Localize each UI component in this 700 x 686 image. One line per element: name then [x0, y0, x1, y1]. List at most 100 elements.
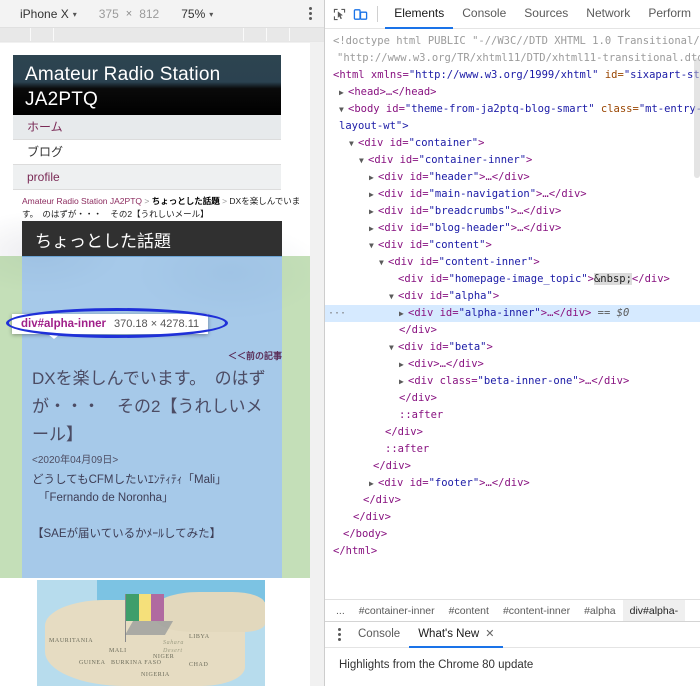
breadcrumb-content-inner[interactable]: #content-inner [496, 600, 577, 621]
selected-node-reference: == $0 [591, 307, 630, 319]
device-height-input[interactable]: 812 [139, 7, 159, 21]
device-zoom-selector[interactable]: 75% ▾ [181, 7, 213, 21]
dom-node-homepage-image-topic[interactable]: <div id="homepage-image_topic">&nbsp;</d… [325, 271, 700, 288]
expand-triangle-icon[interactable]: ▶ [399, 356, 408, 373]
dom-node-html[interactable]: <html xmlns="http://www.w3.org/1999/xhtm… [325, 67, 700, 84]
collapse-triangle-icon[interactable]: ▼ [389, 339, 398, 356]
collapse-triangle-icon[interactable]: ▼ [379, 254, 388, 271]
dom-node-container[interactable]: ▼ <div id="container"> [325, 135, 700, 152]
dom-node-main-navigation[interactable]: ▶ <div id="main-navigation">…</div> [325, 186, 700, 203]
blog-header-open-tag: <div id= [378, 222, 429, 234]
dom-node-beta-child-div[interactable]: ▶ <div>…</div> [325, 356, 700, 373]
breadcrumb-root[interactable]: Amateur Radio Station JA2PTQ [22, 196, 142, 206]
dom-node-content[interactable]: ▼ <div id="content"> [325, 237, 700, 254]
dom-node-head[interactable]: ▶ <head>…</head> [325, 84, 700, 101]
breadcrumb-separator: > [219, 196, 230, 206]
collapse-triangle-icon[interactable]: ▼ [359, 152, 368, 169]
beta-inner-one-open-tag: <div class= [408, 375, 478, 387]
flag-shadow [124, 621, 174, 635]
dom-node-content-inner[interactable]: ▼ <div id="content-inner"> [325, 254, 700, 271]
expand-triangle-icon[interactable]: ▶ [369, 169, 378, 186]
tab-sources[interactable]: Sources [515, 0, 577, 29]
dom-node-beta[interactable]: ▼ <div id="beta"> [325, 339, 700, 356]
map-label-guinea: GUINEA [79, 660, 106, 666]
dom-node-alpha[interactable]: ▼ <div id="alpha"> [325, 288, 700, 305]
collapse-triangle-icon[interactable]: ▼ [349, 135, 358, 152]
device-selector-label: iPhone X [20, 6, 69, 21]
map-landmass-north [155, 592, 265, 632]
alpha-id-value: "alpha" [448, 290, 493, 302]
dom-node-alpha-close: </div> [325, 322, 700, 339]
collapse-triangle-icon[interactable]: ▼ [369, 237, 378, 254]
breadcrumb-alpha-inner[interactable]: div#alpha- [622, 600, 686, 621]
dom-node-alpha-inner[interactable]: ··· ▶ <div id="alpha-inner">…</div> == $0 [325, 305, 700, 322]
dom-tree-view[interactable]: <!doctype html PUBLIC "-//W3C//DTD XHTML… [325, 29, 700, 599]
dom-node-beta-inner-one[interactable]: ▶ <div class="beta-inner-one">…</div> [325, 373, 700, 390]
tab-network[interactable]: Network [577, 0, 639, 29]
toolbar-segment [244, 28, 266, 41]
site-title-banner: Amateur Radio Station JA2PTQ [13, 55, 281, 115]
expand-triangle-icon[interactable]: ▶ [369, 203, 378, 220]
expand-triangle-icon[interactable]: ▶ [369, 220, 378, 237]
breadcrumb-category[interactable]: ちょっとした話題 [152, 196, 220, 206]
alpha-inner-id-value: "alpha-inner" [458, 307, 541, 319]
nav-item-home[interactable]: ホーム [13, 115, 281, 140]
device-more-options-button[interactable] [309, 7, 312, 20]
post-title[interactable]: DXを楽しんでいます。 のはずが・・・ その2【うれしいメール】 [32, 365, 278, 449]
drawer-tab-whats-new[interactable]: What's New ✕ [409, 622, 504, 648]
screenshot-root: iPhone X ▾ 375 × 812 75% ▾ Amateur Radio… [0, 0, 700, 686]
collapse-triangle-icon[interactable]: ▼ [339, 101, 348, 118]
breadcrumb-content[interactable]: #content [442, 600, 496, 621]
dom-node-after-1[interactable]: ::after [325, 407, 700, 424]
tab-elements[interactable]: Elements [385, 0, 454, 29]
gutter-ellipsis[interactable]: ··· [328, 305, 346, 322]
expand-triangle-icon[interactable]: ▶ [339, 84, 348, 101]
dom-node-container-inner[interactable]: ▼ <div id="container-inner"> [325, 152, 700, 169]
breadcrumb-alpha[interactable]: #alpha [577, 600, 623, 621]
dom-node-header[interactable]: ▶ <div id="header">…</div> [325, 169, 700, 186]
kebab-dot-icon [337, 628, 341, 631]
container-tag-close: > [478, 137, 485, 149]
body-close-tag: </body> [343, 528, 388, 540]
flag-stripe-green [126, 594, 139, 621]
expand-triangle-icon[interactable]: ▶ [399, 305, 408, 322]
dom-tree-scrollbar[interactable] [694, 58, 700, 178]
drawer-tab-console[interactable]: Console [349, 622, 409, 648]
device-toolbar-icon[interactable] [350, 2, 371, 26]
container-inner-id-value: "container-inner" [418, 154, 527, 166]
inspect-cursor-icon[interactable] [329, 2, 350, 26]
close-icon[interactable]: ✕ [485, 627, 494, 640]
drawer-tab-whats-new-label: What's New [418, 627, 480, 640]
drawer-more-options-button[interactable] [329, 628, 349, 641]
dom-node-breadcrumbs[interactable]: ▶ <div id="breadcrumbs">…</div> [325, 203, 700, 220]
dom-node-footer[interactable]: ▶ <div id="footer">…</div> [325, 475, 700, 492]
tab-console[interactable]: Console [453, 0, 515, 29]
breadcrumb-overflow[interactable]: ... [329, 600, 352, 621]
kebab-dot-icon [337, 638, 341, 641]
device-width-input[interactable]: 375 [99, 7, 119, 21]
alpha-close-tag: </div> [399, 324, 437, 336]
kebab-dot-icon [309, 12, 312, 15]
dom-node-after-2[interactable]: ::after [325, 441, 700, 458]
nav-item-blog[interactable]: ブログ [13, 140, 281, 165]
breadcrumb-container-inner[interactable]: #container-inner [352, 600, 442, 621]
expand-triangle-icon[interactable]: ▶ [399, 373, 408, 390]
dom-node-content-close: </div> [325, 458, 700, 475]
emulated-page-viewport[interactable]: Amateur Radio Station JA2PTQ ホーム ブログ pro… [0, 43, 310, 686]
collapse-triangle-icon[interactable]: ▼ [389, 288, 398, 305]
previous-article-link[interactable]: ＜＜前の記事 [228, 349, 282, 362]
post-image-mali-map[interactable]: MAURITANIA MALI NIGER CHAD LIBYA NIGERIA… [36, 579, 266, 686]
dom-node-body[interactable]: ▼ <body id="theme-from-ja2ptq-blog-smart"… [325, 101, 700, 118]
nav-item-profile[interactable]: profile [13, 165, 281, 190]
expand-triangle-icon[interactable]: ▶ [369, 475, 378, 492]
mali-flag-icon [126, 594, 165, 621]
dom-node-container-inner-close: </div> [325, 492, 700, 509]
map-label-mauritania: MAURITANIA [49, 638, 94, 644]
post-body: どうしてもCFMしたいｴﾝﾃｨﾃｨ「Mali」 「Fernando de Nor… [32, 471, 282, 543]
dom-node-blog-header[interactable]: ▶ <div id="blog-header">…</div> [325, 220, 700, 237]
body-class-value-cont: layout-wt"> [339, 120, 409, 132]
tab-performance[interactable]: Perform [639, 0, 700, 29]
device-selector[interactable]: iPhone X ▾ [20, 7, 77, 21]
toolbar-segment [290, 28, 324, 41]
expand-triangle-icon[interactable]: ▶ [369, 186, 378, 203]
